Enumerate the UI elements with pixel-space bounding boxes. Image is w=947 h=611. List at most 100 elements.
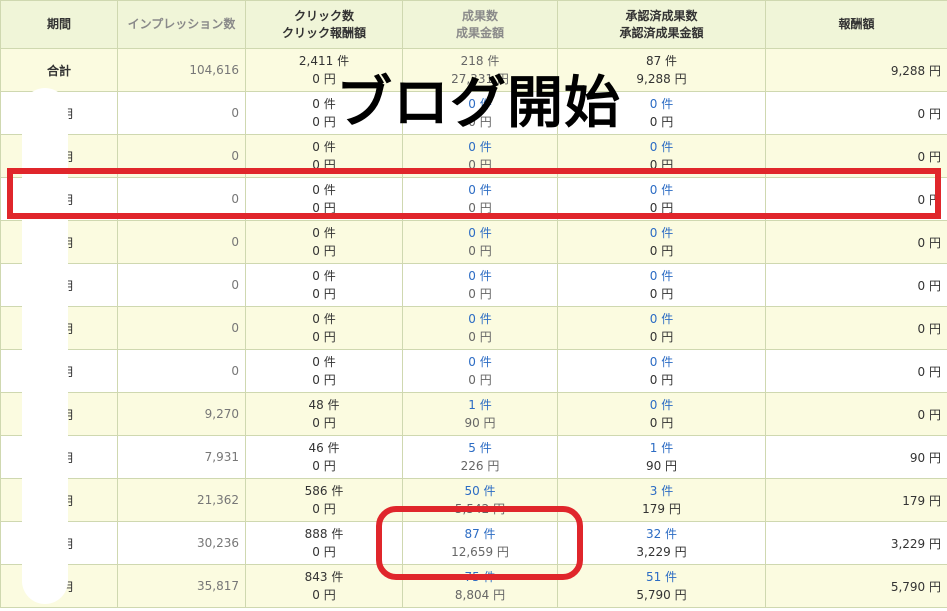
table-header-row: 期間 インプレッション数 クリック数 クリック報酬額 成果数 成果金額 承認済成… [0, 0, 947, 49]
cell-impressions: 0 [117, 306, 246, 350]
cell-conv-count-link[interactable]: 5 件 [409, 439, 551, 457]
cell-reward: 0 円 [765, 349, 947, 393]
cell-conv-count-link[interactable]: 0 件 [409, 138, 551, 156]
cell-click-count: 46 件 [308, 441, 340, 455]
cell-click-reward: 0 円 [312, 330, 336, 344]
cell-approved-amount: 179 円 [642, 502, 681, 516]
header-conversions[interactable]: 成果数 成果金額 [402, 0, 558, 49]
cell-approved-count-link[interactable]: 1 件 [564, 439, 759, 457]
cell-click-count: 843 件 [304, 570, 344, 584]
cell-approved-count-link[interactable]: 0 件 [564, 353, 759, 371]
cell-reward: 9,288 円 [765, 48, 947, 92]
header-approved[interactable]: 承認済成果数 承認済成果金額 [557, 0, 766, 49]
highlight-box-november [376, 506, 583, 580]
cell-conv-amount: 0 円 [468, 287, 492, 301]
header-reward[interactable]: 報酬額 [765, 0, 947, 49]
cell-impressions: 0 [117, 349, 246, 393]
cell-impressions: 7,931 [117, 435, 246, 479]
cell-approved-amount: 0 円 [649, 416, 674, 430]
cell-reward: 0 円 [765, 263, 947, 307]
cell-approved-count-link[interactable]: 51 件 [564, 568, 759, 586]
cell-period: 合計 [0, 48, 118, 92]
cell-approved: 32 件 3,229 円 [557, 521, 766, 565]
cell-conv-amount: 0 円 [468, 244, 492, 258]
cell-conv-amount: 8,804 円 [454, 588, 506, 602]
header-impressions[interactable]: インプレッション数 [117, 0, 246, 49]
cell-clicks: 48 件 0 円 [245, 392, 403, 436]
cell-conv-count-link[interactable]: 0 件 [409, 310, 551, 328]
cell-approved-count-link[interactable]: 32 件 [564, 525, 759, 543]
header-period[interactable]: 期間 [0, 0, 118, 49]
cell-click-count: 0 件 [312, 312, 336, 326]
cell-clicks: 0 件0 円 [245, 220, 403, 264]
redaction-mask [22, 88, 68, 604]
header-click-reward-label: クリック報酬額 [281, 25, 366, 40]
cell-reward: 0 円 [765, 306, 947, 350]
cell-click-reward: 0 円 [312, 502, 336, 516]
cell-conv-count-link[interactable]: 0 件 [409, 224, 551, 242]
cell-reward: 0 円 [765, 392, 947, 436]
cell-approved-amount: 3,229 円 [636, 545, 687, 559]
cell-conv-amount: 0 円 [468, 330, 492, 344]
cell-click-reward: 0 円 [312, 416, 336, 430]
cell-approved-amount: 0 円 [649, 244, 674, 258]
cell-click-reward: 0 円 [312, 373, 336, 387]
cell-click-count: 888 件 [304, 527, 344, 541]
cell-conv-count-link[interactable]: 1 件 [409, 396, 551, 414]
cell-click-count: 0 件 [312, 355, 336, 369]
cell-conv-amount: 90 円 [464, 416, 496, 430]
cell-conv-amount: 0 円 [468, 373, 492, 387]
cell-conversions: 5 件 226 円 [402, 435, 558, 479]
cell-clicks: 0 件0 円 [245, 306, 403, 350]
header-approved-amount-label: 承認済成果金額 [619, 25, 704, 40]
cell-click-count: 0 件 [312, 226, 336, 240]
cell-conversions: 0 件0 円 [402, 349, 558, 393]
header-conv-amount-label: 成果金額 [455, 25, 504, 40]
cell-impressions: 30,236 [117, 521, 246, 565]
cell-click-reward: 0 円 [312, 287, 336, 301]
cell-impressions: 0 [117, 220, 246, 264]
cell-conversions: 0 件0 円 [402, 220, 558, 264]
cell-conv-amount: 226 円 [460, 459, 500, 473]
table-row: 04月00 件0 円0 件0 円0 件0 円0 円 [0, 220, 947, 264]
cell-approved: 0 件0 円 [557, 392, 766, 436]
cell-approved: 3 件 179 円 [557, 478, 766, 522]
cell-impressions: 0 [117, 91, 246, 135]
cell-approved-count-link[interactable]: 0 件 [564, 396, 759, 414]
cell-approved-count-link[interactable]: 0 件 [564, 310, 759, 328]
table-row: 06月00 件0 円0 件0 円0 件0 円0 円 [0, 306, 947, 350]
cell-conv-count-link[interactable]: 50 件 [409, 482, 551, 500]
cell-approved-count-link[interactable]: 3 件 [564, 482, 759, 500]
cell-reward: 90 円 [765, 435, 947, 479]
cell-conversions: 0 件0 円 [402, 306, 558, 350]
cell-approved-count-link[interactable]: 0 件 [564, 224, 759, 242]
cell-approved: 1 件 90 円 [557, 435, 766, 479]
cell-impressions: 35,817 [117, 564, 246, 608]
highlight-box-march [7, 168, 941, 219]
cell-conversions: 1 件 90 円 [402, 392, 558, 436]
cell-approved-count-link[interactable]: 0 件 [564, 138, 759, 156]
annotation-label: ブログ開始 [336, 71, 621, 136]
cell-approved-amount: 5,790 円 [636, 588, 687, 602]
cell-clicks: 0 件0 円 [245, 263, 403, 307]
cell-conv-count-link[interactable]: 0 件 [409, 267, 551, 285]
cell-click-count: 0 件 [312, 269, 336, 283]
cell-click-reward: 0 円 [312, 588, 336, 602]
cell-approved-amount: 0 円 [649, 373, 674, 387]
cell-reward: 0 円 [765, 91, 947, 135]
cell-impressions: 104,616 [117, 48, 246, 92]
cell-approved-amount: 0 円 [649, 287, 674, 301]
header-clicks[interactable]: クリック数 クリック報酬額 [245, 0, 403, 49]
cell-approved-count-link[interactable]: 0 件 [564, 267, 759, 285]
header-conversions-label: 成果数 [461, 8, 498, 23]
cell-approved: 0 件0 円 [557, 263, 766, 307]
cell-reward: 0 円 [765, 220, 947, 264]
cell-conv-count-link[interactable]: 0 件 [409, 353, 551, 371]
cell-approved: 0 件0 円 [557, 306, 766, 350]
cell-clicks: 0 件0 円 [245, 349, 403, 393]
header-approved-label: 承認済成果数 [625, 8, 698, 23]
cell-approved: 0 件0 円 [557, 349, 766, 393]
cell-approved: 0 件0 円 [557, 220, 766, 264]
cell-conversions: 0 件0 円 [402, 263, 558, 307]
cell-approved-amount: 0 円 [649, 330, 674, 344]
